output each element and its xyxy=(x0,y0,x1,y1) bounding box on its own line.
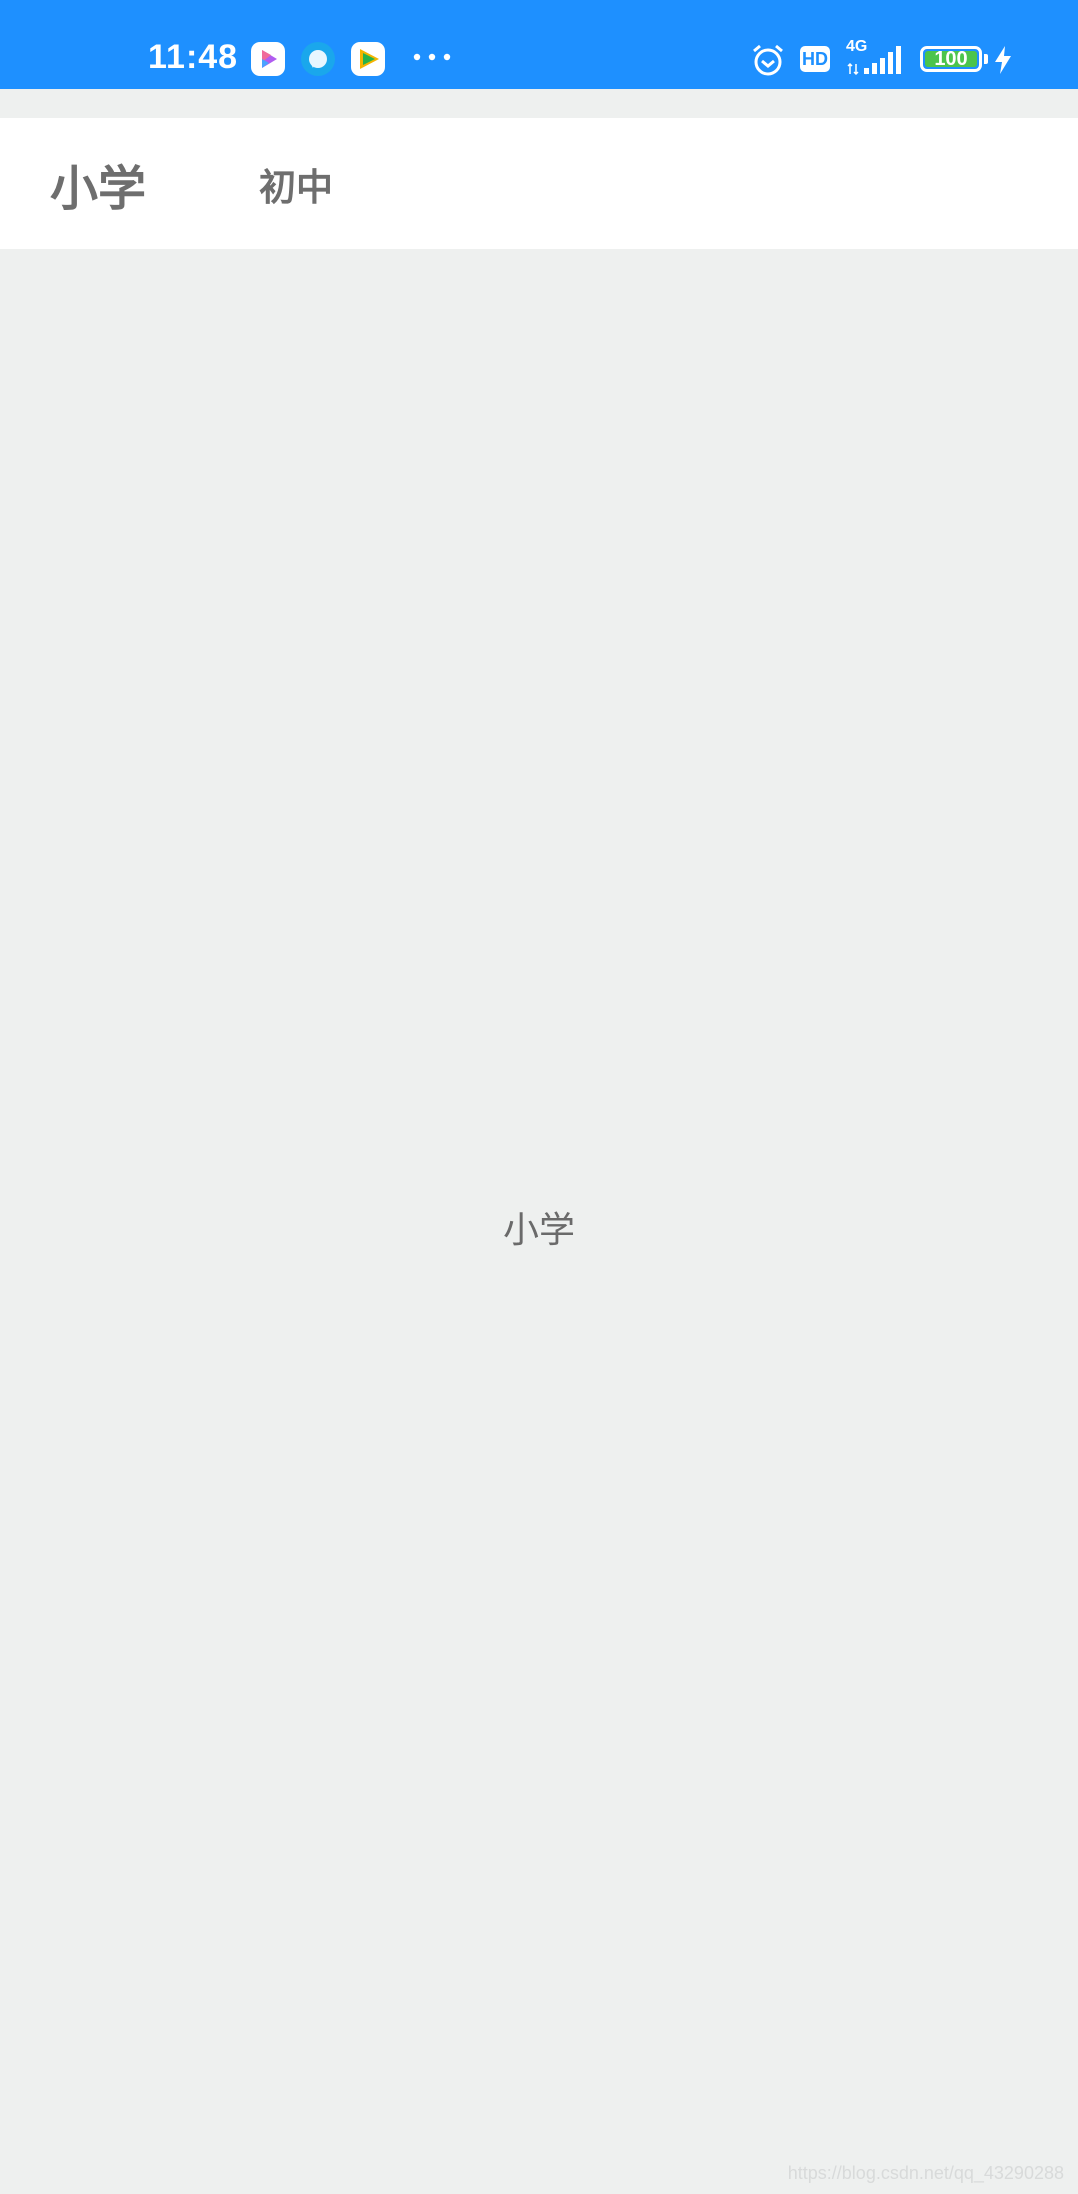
player-app-icon xyxy=(351,42,385,76)
charging-icon xyxy=(995,46,1011,74)
status-time: 11:48 xyxy=(148,38,239,76)
chat-app-icon xyxy=(301,42,335,76)
tab-middle-school[interactable]: 初中 xyxy=(259,118,333,249)
more-notifications-icon xyxy=(413,53,451,61)
tab-primary-school[interactable]: 小学 xyxy=(50,118,146,249)
content-label: 小学 xyxy=(502,1210,575,1251)
hd-icon: HD xyxy=(800,46,830,72)
tab-content: 小学 xyxy=(0,249,1078,2194)
signal-4g-icon xyxy=(847,46,901,76)
battery-level: 100 xyxy=(925,49,977,69)
status-bar: 11:48 HD 4G 100 xyxy=(0,0,1078,89)
battery-tip xyxy=(984,54,988,64)
tab-bar: 小学 初中 xyxy=(0,118,1078,249)
battery-icon: 100 xyxy=(920,46,982,72)
video-app-icon xyxy=(251,42,285,76)
alarm-icon xyxy=(753,44,783,76)
watermark: https://blog.csdn.net/qq_43290288 xyxy=(787,2163,1064,2183)
